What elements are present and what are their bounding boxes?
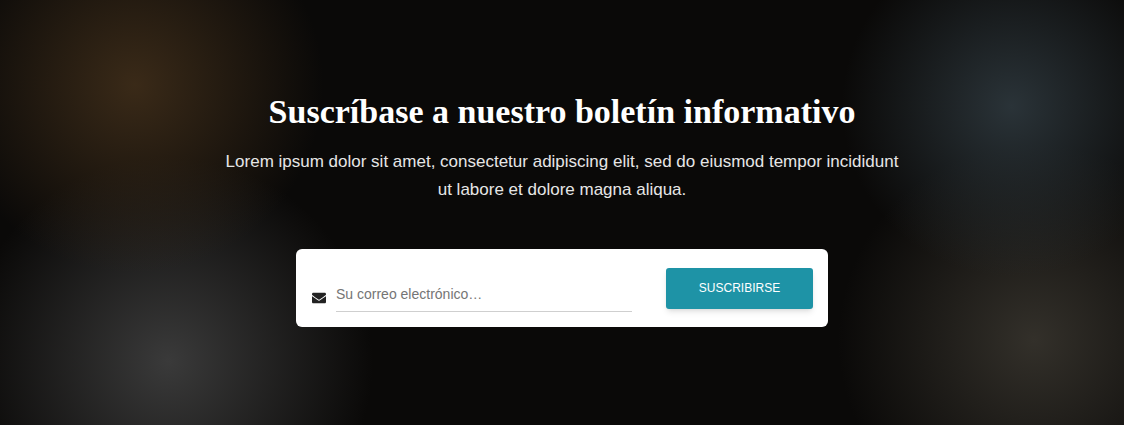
envelope-icon [312,291,326,305]
newsletter-description: Lorem ipsum dolor sit amet, consectetur … [202,148,922,204]
subscribe-button[interactable]: SUSCRIBIRSE [666,268,813,309]
subscribe-form: SUSCRIBIRSE [296,249,828,327]
newsletter-heading: Suscríbase a nuestro boletín informativo [253,92,872,132]
email-input[interactable] [336,278,632,312]
newsletter-section: Suscríbase a nuestro boletín informativo… [0,0,1124,425]
